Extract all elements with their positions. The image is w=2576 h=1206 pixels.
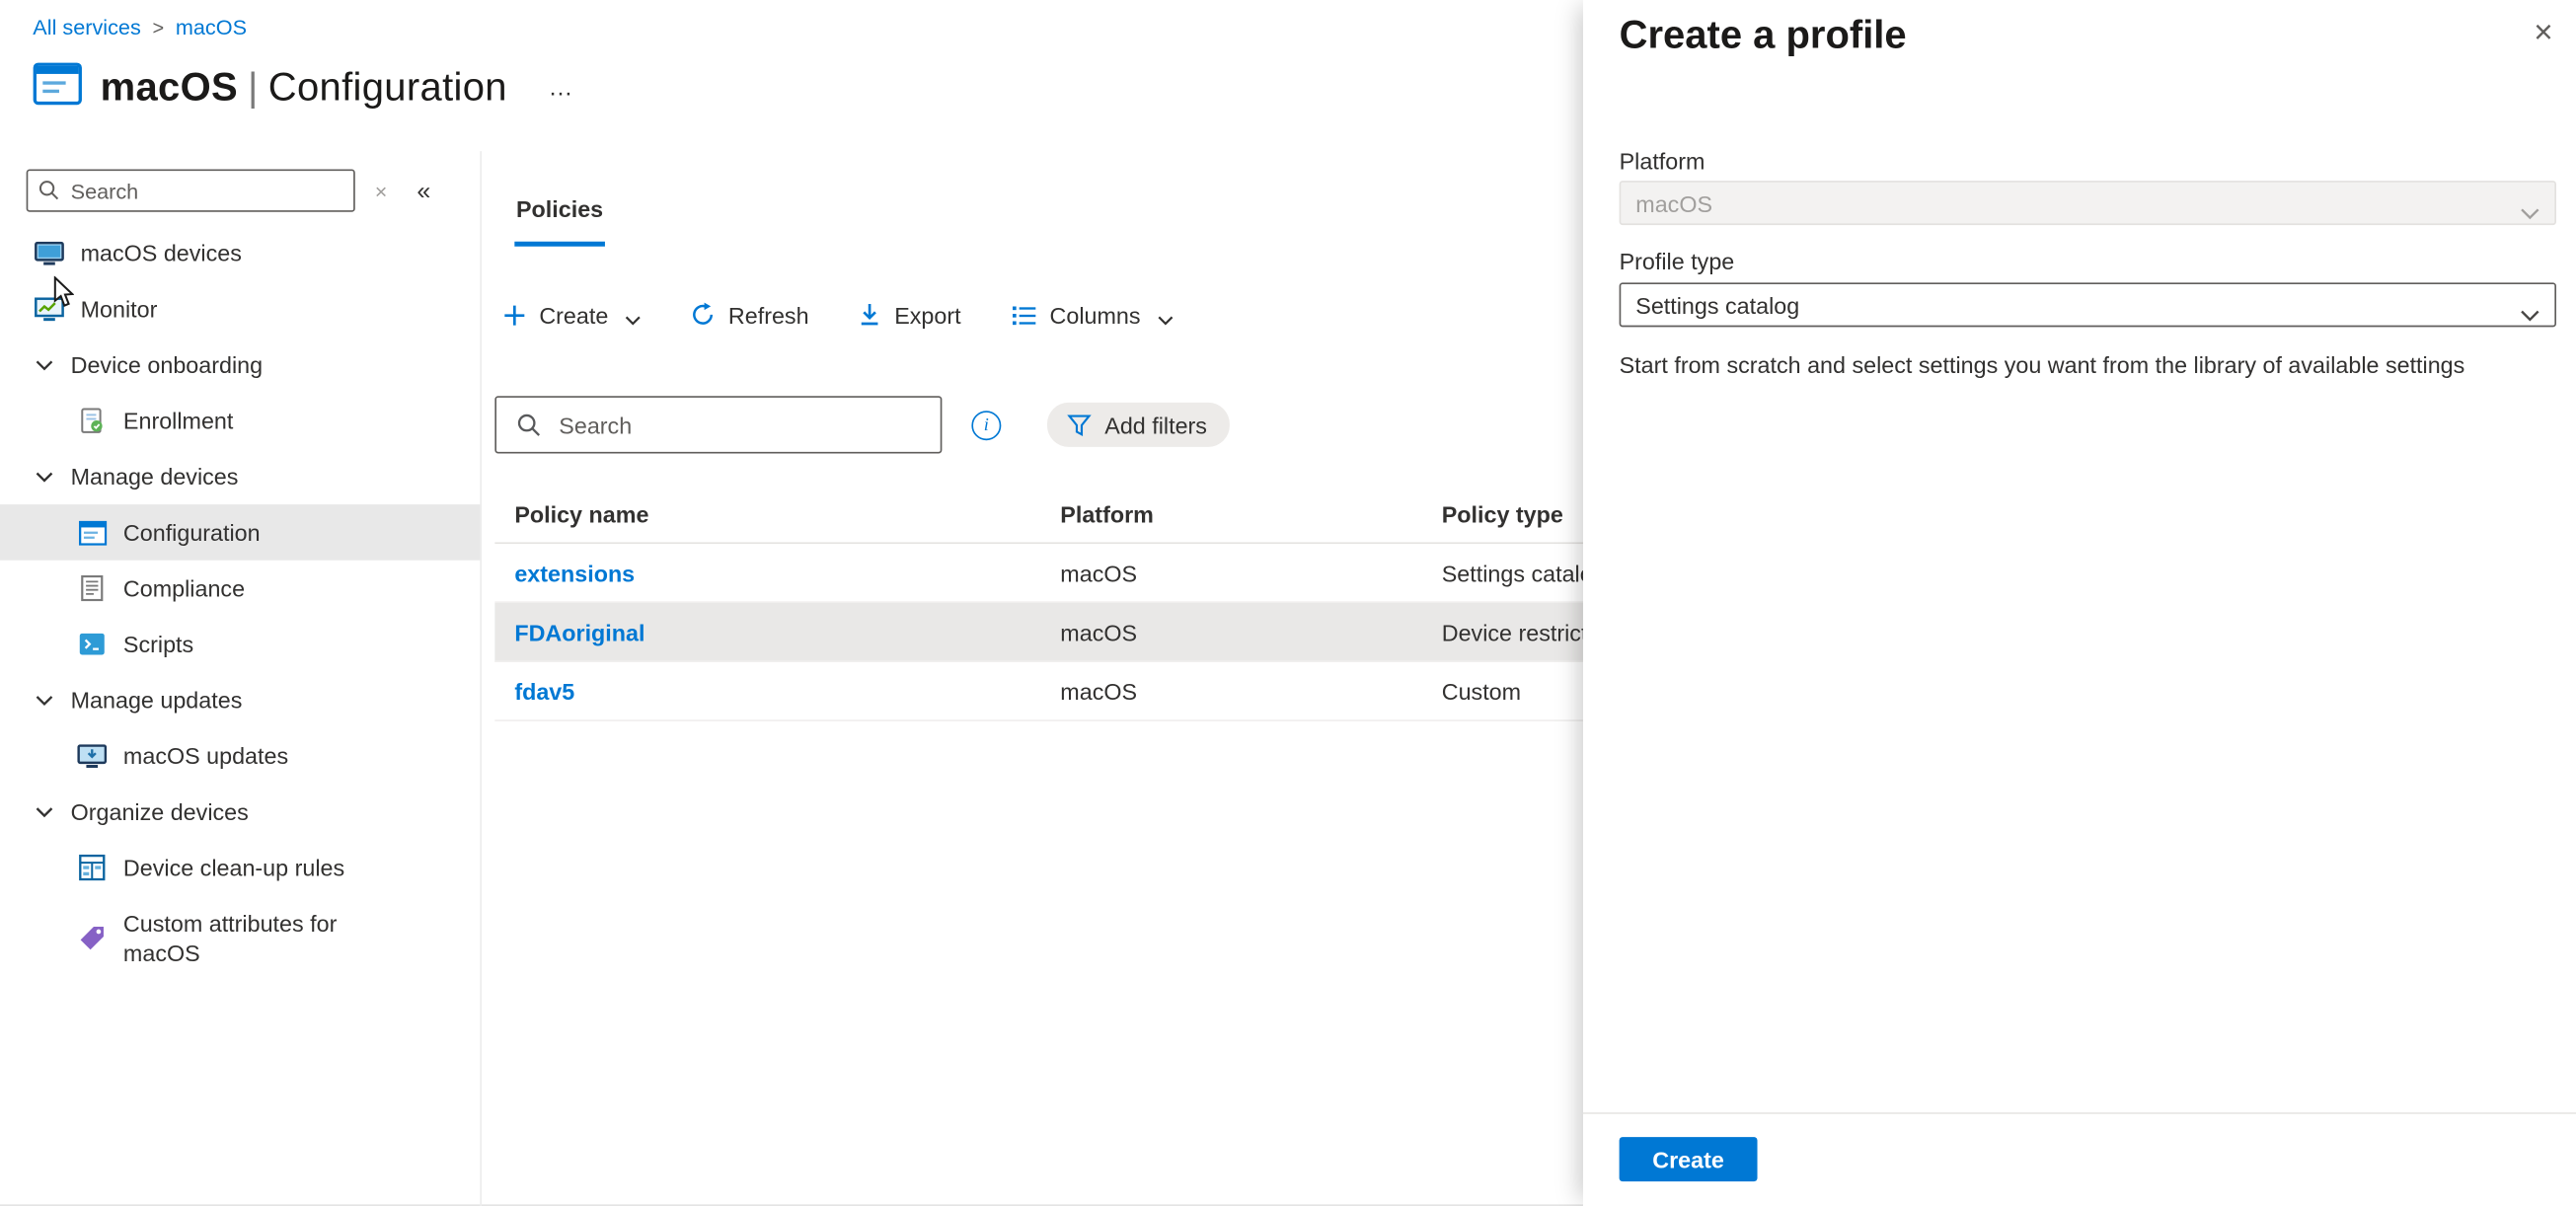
column-header-platform[interactable]: Platform (1060, 501, 1441, 528)
platform-cell: macOS (1060, 678, 1441, 705)
search-icon (38, 179, 59, 200)
panel-footer-divider (1583, 1112, 2576, 1114)
platform-cell: macOS (1060, 560, 1441, 586)
breadcrumb: All services > macOS (33, 15, 247, 39)
info-icon[interactable]: i (971, 410, 1001, 439)
export-button[interactable]: Export (859, 302, 961, 329)
refresh-icon (691, 302, 716, 327)
breadcrumb-separator: > (152, 16, 164, 38)
toolbar: Create Refresh Export Columns (503, 299, 1174, 331)
policy-link[interactable]: FDAoriginal (514, 619, 1060, 645)
sidebar-search-clear-icon[interactable]: × (375, 179, 388, 203)
platform-field-label: Platform (1620, 148, 1705, 175)
add-filters-button[interactable]: Add filters (1047, 403, 1230, 447)
sidebar-item-configuration[interactable]: Configuration (0, 504, 480, 561)
panel-create-button[interactable]: Create (1620, 1137, 1758, 1181)
scripts-icon (76, 633, 109, 655)
compliance-icon (76, 575, 109, 602)
profile-type-field-label: Profile type (1620, 248, 1735, 274)
more-menu-button[interactable]: … (549, 74, 576, 102)
sidebar-group-manage-updates[interactable]: Manage updates (0, 672, 480, 728)
column-header-policy-name[interactable]: Policy name (514, 501, 1060, 528)
policy-search (494, 396, 942, 453)
sidebar-search (27, 169, 355, 211)
sidebar-item-macos-devices[interactable]: macOS devices (0, 225, 480, 281)
enrollment-icon (76, 408, 109, 434)
chevron-down-icon (33, 470, 55, 483)
sidebar-group-device-onboarding[interactable]: Device onboarding (0, 337, 480, 393)
platform-select: macOS (1620, 181, 2556, 225)
chevron-down-icon (1157, 304, 1174, 331)
chevron-down-icon (2520, 301, 2539, 328)
panel-title: Create a profile (1620, 13, 1907, 59)
close-icon[interactable]: × (2534, 17, 2552, 49)
breadcrumb-all-services-link[interactable]: All services (33, 15, 141, 39)
policy-link[interactable]: extensions (514, 560, 1060, 586)
create-profile-panel: Create a profile × Platform macOS Profil… (1583, 0, 2576, 1206)
sidebar-search-input[interactable] (67, 171, 349, 210)
columns-button[interactable]: Columns (1011, 299, 1174, 331)
sidebar-item-enrollment[interactable]: Enrollment (0, 393, 480, 449)
sidebar-item-macos-updates[interactable]: macOS updates (0, 728, 480, 785)
sidebar-item-custom-attributes[interactable]: Custom attributes for macOS (0, 895, 480, 981)
sidebar-item-device-cleanup-rules[interactable]: Device clean-up rules (0, 840, 480, 896)
breadcrumb-macos-link[interactable]: macOS (176, 15, 247, 39)
policy-link[interactable]: fdav5 (514, 678, 1060, 705)
filter-icon (1067, 414, 1092, 436)
sidebar-group-organize-devices[interactable]: Organize devices (0, 784, 480, 840)
platform-cell: macOS (1060, 619, 1441, 645)
sidebar-nav: macOS devices Monitor Device onboarding … (0, 225, 480, 981)
export-icon (859, 302, 881, 327)
desktop-icon (33, 241, 65, 265)
chevron-down-icon (33, 694, 55, 707)
sidebar-group-manage-devices[interactable]: Manage devices (0, 449, 480, 505)
columns-icon (1011, 303, 1037, 326)
chevron-down-icon (33, 805, 55, 818)
updates-icon (76, 743, 109, 768)
sidebar: × « macOS devices Monitor Device o (0, 151, 482, 1206)
profile-type-select[interactable]: Settings catalog (1620, 282, 2556, 327)
tab-policies[interactable]: Policies (514, 195, 604, 247)
sidebar-item-compliance[interactable]: Compliance (0, 561, 480, 617)
intune-configuration-page: All services > macOS macOS|Configuration… (0, 0, 2576, 1206)
chevron-down-icon (2520, 198, 2539, 225)
sidebar-collapse-icon[interactable]: « (417, 177, 430, 204)
policy-search-input[interactable] (556, 398, 934, 452)
sidebar-item-monitor[interactable]: Monitor (0, 281, 480, 338)
page-title: macOS|Configuration (101, 65, 507, 112)
cleanup-icon (76, 855, 109, 881)
page-header: macOS|Configuration … (33, 62, 576, 113)
plus-icon (503, 303, 526, 326)
filter-row: i Add filters (494, 396, 1230, 453)
configuration-blade-icon (33, 62, 82, 113)
profile-type-description: Start from scratch and select settings y… (1620, 350, 2511, 382)
sidebar-item-scripts[interactable]: Scripts (0, 616, 480, 672)
monitor-chart-icon (33, 297, 65, 322)
configuration-icon (76, 520, 109, 545)
search-icon (516, 413, 541, 437)
tag-icon (76, 925, 109, 951)
create-button[interactable]: Create (503, 299, 642, 331)
chevron-down-icon (625, 304, 642, 331)
chevron-down-icon (33, 358, 55, 371)
refresh-button[interactable]: Refresh (691, 302, 809, 329)
